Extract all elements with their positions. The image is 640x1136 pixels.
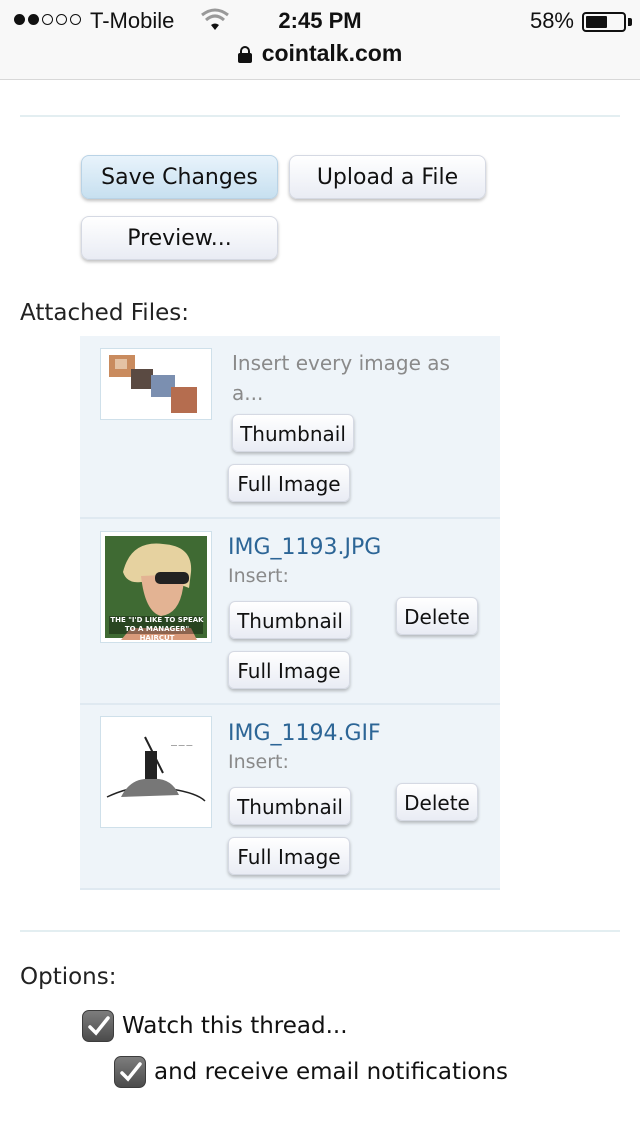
attachment-thumbnail-image: THE "I'D LIKE TO SPEAK TO A MANAGER" HAI…	[100, 531, 212, 643]
preview-button[interactable]: Preview...	[81, 216, 278, 260]
image-caption: THE "I'D LIKE TO SPEAK TO A MANAGER" HAI…	[110, 616, 204, 642]
full-image-button[interactable]: Full Image	[228, 651, 350, 689]
url-text: cointalk.com	[261, 40, 403, 66]
delete-button[interactable]: Delete	[396, 783, 478, 821]
watch-thread-label: Watch this thread...	[122, 1013, 348, 1039]
address-bar[interactable]: cointalk.com	[0, 40, 640, 67]
attachment-item: THE "I'D LIKE TO SPEAK TO A MANAGER" HAI…	[80, 519, 500, 705]
svg-text:— — —: — — —	[171, 743, 192, 749]
attachment-thumbnail-image: — — —	[100, 716, 212, 828]
insert-label: Insert:	[228, 565, 289, 587]
insert-label: Insert:	[228, 751, 289, 773]
battery-icon	[582, 12, 626, 32]
email-notifications-option[interactable]: and receive email notifications	[114, 1056, 508, 1088]
bulk-full-image-button[interactable]: Full Image	[228, 464, 350, 502]
thumbnail-button[interactable]: Thumbnail	[229, 787, 351, 825]
upload-file-button[interactable]: Upload a File	[289, 155, 486, 199]
options-heading: Options:	[20, 964, 117, 990]
email-notifications-checkbox[interactable]	[114, 1056, 146, 1088]
divider	[20, 930, 620, 932]
watch-thread-option[interactable]: Watch this thread...	[82, 1010, 348, 1042]
bulk-insert-row: Insert every image as a... Thumbnail Ful…	[80, 336, 500, 519]
bulk-thumbnail-image	[100, 348, 212, 420]
divider	[20, 115, 620, 117]
bulk-insert-hint: Insert every image as a...	[232, 351, 450, 405]
attached-files-heading: Attached Files:	[20, 300, 189, 326]
lock-icon	[237, 46, 252, 63]
bulk-thumbnail-button[interactable]: Thumbnail	[232, 414, 354, 452]
save-changes-button[interactable]: Save Changes	[81, 155, 278, 199]
full-image-button[interactable]: Full Image	[228, 837, 350, 875]
battery-percent: 58%	[529, 8, 574, 33]
attachment-filename-link[interactable]: IMG_1194.GIF	[228, 721, 381, 746]
attachment-filename-link[interactable]: IMG_1193.JPG	[228, 535, 381, 560]
attached-files-list: Insert every image as a... Thumbnail Ful…	[80, 336, 500, 890]
delete-button[interactable]: Delete	[396, 597, 478, 635]
status-bar: T-Mobile 2:45 PM 58% cointalk.com	[0, 0, 640, 80]
thumbnail-button[interactable]: Thumbnail	[229, 601, 351, 639]
email-notifications-label: and receive email notifications	[154, 1059, 509, 1085]
watch-thread-checkbox[interactable]	[82, 1010, 114, 1042]
attachment-item: — — — IMG_1194.GIF Insert: Thumbnail Del…	[80, 705, 500, 890]
